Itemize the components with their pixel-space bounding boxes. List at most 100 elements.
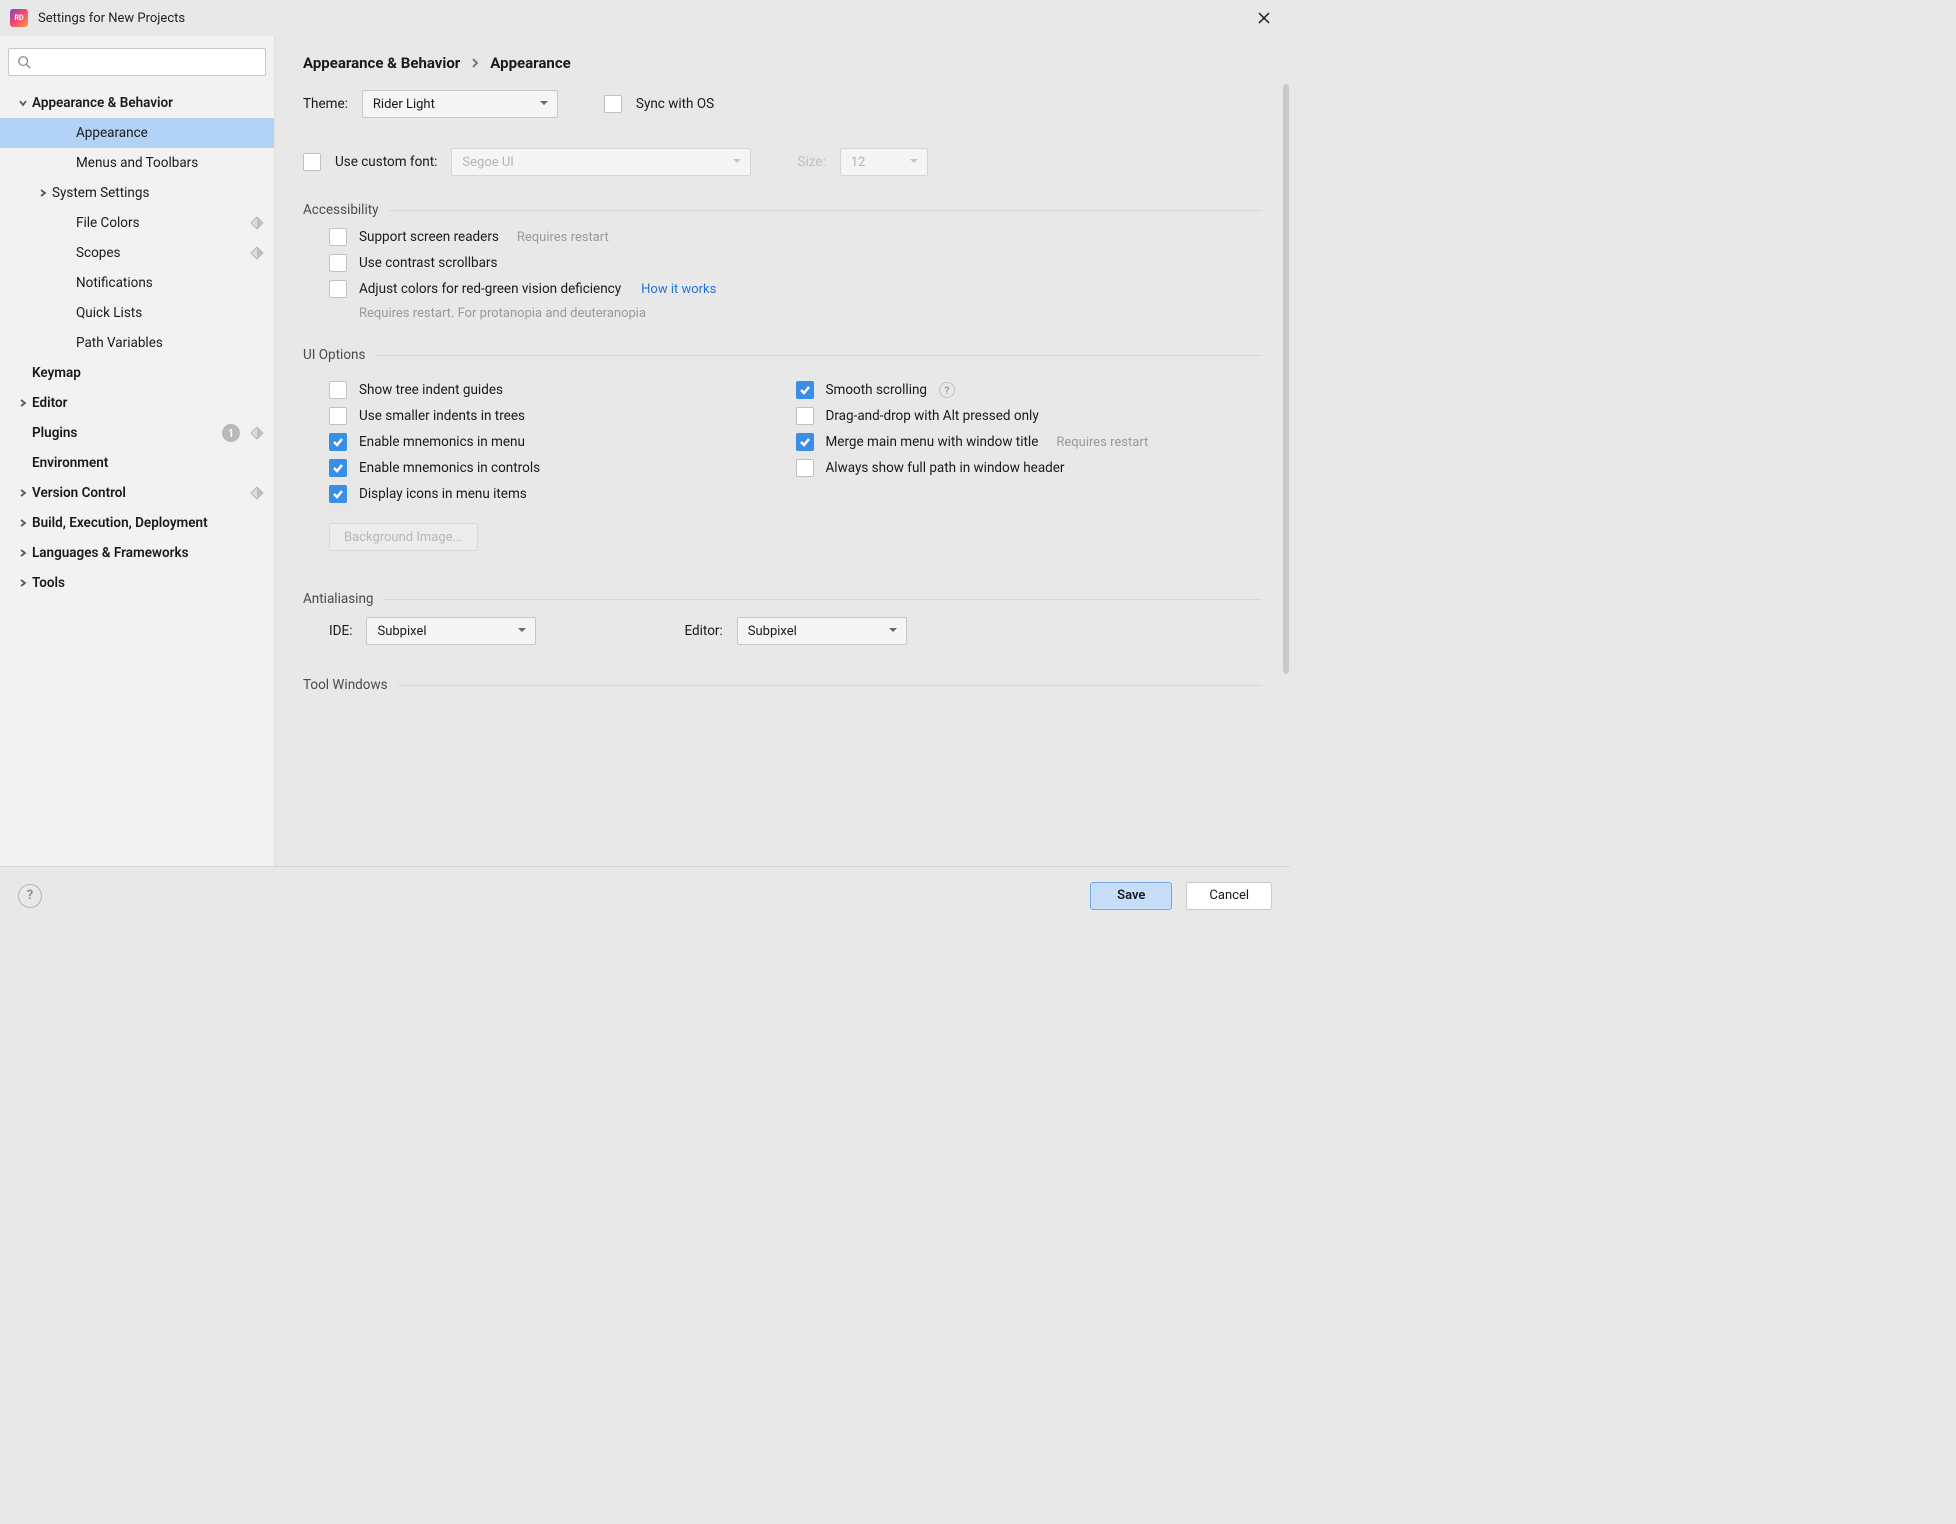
always-show-full-path-in-window-header-label: Always show full path in window header — [826, 460, 1065, 476]
font-name-select[interactable]: Segoe UI — [451, 148, 751, 176]
sidebar-item-keymap[interactable]: Keymap — [0, 358, 274, 388]
sidebar-item-label: System Settings — [52, 185, 264, 201]
search-field[interactable] — [37, 55, 257, 70]
scrollbar-thumb[interactable] — [1283, 84, 1289, 674]
help-button[interactable]: ? — [18, 884, 42, 908]
sidebar-item-path-variables[interactable]: Path Variables — [0, 328, 274, 358]
color-scheme-icon — [250, 486, 264, 500]
sidebar-item-environment[interactable]: Environment — [0, 448, 274, 478]
breadcrumb-leaf: Appearance — [490, 54, 570, 72]
sidebar-item-system-settings[interactable]: System Settings — [0, 178, 274, 208]
section-tool-windows: Tool Windows — [303, 677, 398, 693]
app-icon — [10, 9, 28, 27]
chevron-down-icon — [909, 155, 919, 170]
sidebar-item-label: Build, Execution, Deployment — [32, 515, 264, 531]
sidebar-item-label: Languages & Frameworks — [32, 545, 264, 561]
show-tree-indent-guides-checkbox[interactable] — [329, 381, 347, 399]
help-icon[interactable]: ? — [939, 382, 955, 398]
color-deficiency-note: Requires restart. For protanopia and deu… — [359, 306, 646, 321]
sidebar-item-version-control[interactable]: Version Control — [0, 478, 274, 508]
sidebar-item-label: Path Variables — [76, 335, 264, 351]
divider — [398, 685, 1262, 686]
support-screen-readers-checkbox[interactable] — [329, 228, 347, 246]
chevron-down-icon — [732, 155, 742, 170]
sidebar-item-label: Scopes — [76, 245, 246, 261]
aa-ide-select[interactable]: Subpixel — [366, 617, 536, 645]
drag-and-drop-with-alt-pressed-only-label: Drag-and-drop with Alt pressed only — [826, 408, 1039, 424]
use-custom-font-label: Use custom font: — [335, 154, 437, 170]
background-image-button[interactable]: Background Image... — [329, 523, 478, 551]
sidebar-item-menus-and-toolbars[interactable]: Menus and Toolbars — [0, 148, 274, 178]
font-size-select[interactable]: 12 — [840, 148, 928, 176]
sidebar-item-file-colors[interactable]: File Colors — [0, 208, 274, 238]
sidebar-item-appearance-behavior[interactable]: Appearance & Behavior — [0, 88, 274, 118]
display-icons-in-menu-items-label: Display icons in menu items — [359, 486, 527, 502]
chevron-down-icon — [539, 97, 549, 112]
enable-mnemonics-in-menu-label: Enable mnemonics in menu — [359, 434, 525, 450]
color-scheme-icon — [250, 246, 264, 260]
sidebar-item-notifications[interactable]: Notifications — [0, 268, 274, 298]
close-button[interactable] — [1250, 4, 1278, 32]
save-button[interactable]: Save — [1090, 882, 1172, 910]
scrollbar[interactable] — [1282, 36, 1290, 866]
sidebar-item-appearance[interactable]: Appearance — [0, 118, 274, 148]
contrast-scrollbars-checkbox[interactable] — [329, 254, 347, 272]
sidebar-item-plugins[interactable]: Plugins1 — [0, 418, 274, 448]
badge-count: 1 — [222, 424, 240, 442]
divider — [384, 599, 1263, 600]
merge-main-menu-with-window-title-label: Merge main menu with window title — [826, 434, 1039, 450]
expander-icon — [14, 548, 32, 558]
sidebar-item-scopes[interactable]: Scopes — [0, 238, 274, 268]
merge-main-menu-with-window-title-checkbox[interactable] — [796, 433, 814, 451]
theme-value: Rider Light — [373, 97, 435, 112]
section-ui-options: UI Options — [303, 347, 375, 363]
settings-tree[interactable]: Appearance & BehaviorAppearanceMenus and… — [0, 84, 274, 866]
chevron-down-icon — [517, 624, 527, 639]
color-deficiency-label: Adjust colors for red-green vision defic… — [359, 281, 621, 297]
sidebar-item-languages-frameworks[interactable]: Languages & Frameworks — [0, 538, 274, 568]
use-custom-font-checkbox[interactable] — [303, 153, 321, 171]
enable-mnemonics-in-controls-label: Enable mnemonics in controls — [359, 460, 540, 476]
theme-select[interactable]: Rider Light — [362, 90, 558, 118]
show-tree-indent-guides-label: Show tree indent guides — [359, 382, 503, 398]
always-show-full-path-in-window-header-checkbox[interactable] — [796, 459, 814, 477]
display-icons-in-menu-items-checkbox[interactable] — [329, 485, 347, 503]
expander-icon — [14, 578, 32, 588]
color-scheme-icon — [250, 426, 264, 440]
sidebar-item-label: Editor — [32, 395, 264, 411]
sidebar-item-label: Keymap — [32, 365, 264, 381]
drag-and-drop-with-alt-pressed-only-checkbox[interactable] — [796, 407, 814, 425]
cancel-button[interactable]: Cancel — [1186, 882, 1272, 910]
expander-icon — [14, 98, 32, 108]
search-input[interactable] — [8, 48, 266, 76]
use-smaller-indents-in-trees-label: Use smaller indents in trees — [359, 408, 525, 424]
contrast-scrollbars-label: Use contrast scrollbars — [359, 255, 497, 271]
section-accessibility: Accessibility — [303, 202, 389, 218]
aa-editor-select[interactable]: Subpixel — [737, 617, 907, 645]
sidebar-item-editor[interactable]: Editor — [0, 388, 274, 418]
enable-mnemonics-in-menu-checkbox[interactable] — [329, 433, 347, 451]
font-size-value: 12 — [851, 155, 866, 170]
sidebar-item-label: Notifications — [76, 275, 264, 291]
support-screen-readers-label: Support screen readers — [359, 229, 499, 245]
sidebar-item-label: Tools — [32, 575, 264, 591]
how-it-works-link[interactable]: How it works — [641, 282, 716, 297]
use-smaller-indents-in-trees-checkbox[interactable] — [329, 407, 347, 425]
search-icon — [17, 55, 31, 69]
aa-ide-label: IDE: — [329, 623, 352, 639]
chevron-down-icon — [888, 624, 898, 639]
sidebar-item-label: Version Control — [32, 485, 246, 501]
smooth-scrolling-checkbox[interactable] — [796, 381, 814, 399]
sidebar-item-tools[interactable]: Tools — [0, 568, 274, 598]
breadcrumb-root: Appearance & Behavior — [303, 54, 460, 72]
color-deficiency-checkbox[interactable] — [329, 280, 347, 298]
enable-mnemonics-in-controls-checkbox[interactable] — [329, 459, 347, 477]
sidebar-item-quick-lists[interactable]: Quick Lists — [0, 298, 274, 328]
sync-with-os-checkbox[interactable] — [604, 95, 622, 113]
requires-restart-note: Requires restart — [517, 230, 609, 245]
expander-icon — [14, 518, 32, 528]
smooth-scrolling-label: Smooth scrolling — [826, 382, 928, 398]
window-title: Settings for New Projects — [38, 11, 185, 26]
breadcrumb: Appearance & Behavior Appearance — [303, 54, 1262, 72]
sidebar-item-build-execution-deployment[interactable]: Build, Execution, Deployment — [0, 508, 274, 538]
